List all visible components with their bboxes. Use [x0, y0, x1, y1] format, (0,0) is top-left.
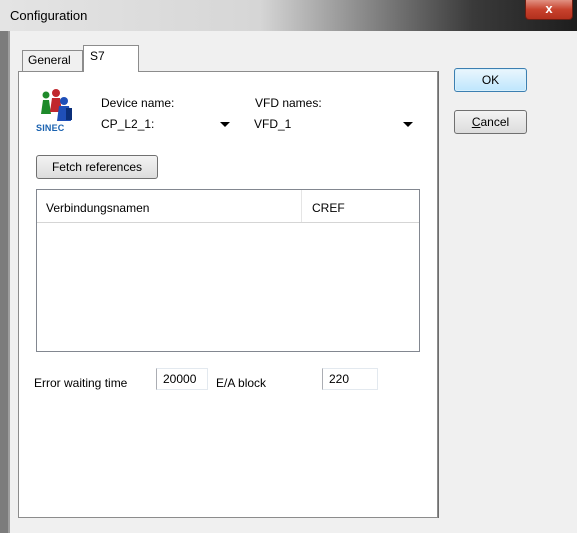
title-bar[interactable]: Configuration	[0, 0, 577, 31]
cancel-button[interactable]: Cancel	[454, 110, 527, 134]
window-frame-left	[0, 31, 8, 533]
fetch-references-button[interactable]: Fetch references	[36, 155, 158, 179]
cancel-label: ancel	[480, 115, 510, 129]
chevron-down-icon[interactable]	[220, 122, 230, 127]
device-name-value: CP_L2_1:	[101, 117, 155, 131]
device-name-label: Device name:	[101, 96, 175, 110]
logo-text: SINEC	[36, 123, 65, 133]
window-frame-left-inner	[8, 31, 10, 533]
column-separator[interactable]	[301, 190, 302, 222]
ea-block-input[interactable]: 220	[322, 368, 378, 390]
error-waiting-time-value: 20000	[163, 372, 197, 386]
device-name-combo[interactable]: CP_L2_1:	[98, 113, 234, 135]
panel-edge	[438, 71, 439, 518]
window-title: Configuration	[10, 8, 88, 23]
ea-block-label: E/A block	[216, 376, 267, 390]
connections-list[interactable]: Verbindungsnamen CREF	[36, 189, 420, 352]
list-header: Verbindungsnamen CREF	[37, 190, 419, 223]
ok-button[interactable]: OK	[454, 68, 527, 92]
vfd-names-label: VFD names:	[255, 96, 322, 110]
vfd-names-combo[interactable]: VFD_1	[251, 113, 421, 135]
column-header-cref[interactable]: CREF	[312, 201, 345, 215]
tab-general[interactable]: General	[22, 50, 83, 71]
ok-label: OK	[481, 73, 500, 87]
tab-s7[interactable]: S7	[83, 45, 139, 72]
close-button[interactable]: x	[525, 0, 573, 20]
ea-block-value: 220	[329, 372, 350, 386]
close-icon: x	[545, 1, 553, 16]
column-header-verbindungsnamen[interactable]: Verbindungsnamen	[46, 201, 149, 215]
error-waiting-time-label: Error waiting time	[34, 376, 128, 390]
fetch-references-label: Fetch references	[51, 160, 143, 174]
tab-general-label: General	[28, 53, 71, 67]
chevron-down-icon[interactable]	[403, 122, 413, 127]
vfd-names-value: VFD_1	[254, 117, 292, 131]
error-waiting-time-input[interactable]: 20000	[156, 368, 208, 390]
tab-s7-label: S7	[90, 49, 105, 63]
